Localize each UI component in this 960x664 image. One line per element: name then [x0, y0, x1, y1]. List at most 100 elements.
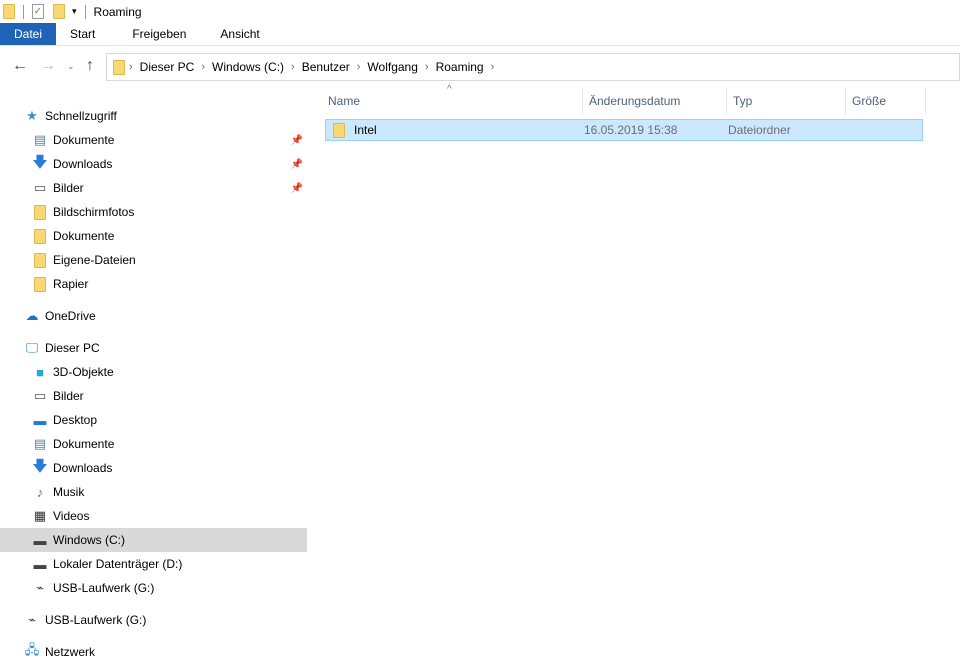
folder-icon [3, 4, 15, 19]
tab-freigeben[interactable]: Freigeben [115, 23, 203, 45]
column-header-date[interactable]: Änderungsdatum [583, 88, 727, 115]
sidebar-item-label: Rapier [53, 277, 89, 291]
sidebar-item-downloads-pc[interactable]: 🡇 Downloads [0, 456, 307, 480]
chevron-right-icon[interactable]: › [201, 61, 205, 73]
sidebar-item-label: Dokumente [53, 437, 115, 451]
sidebar-item-windows-c[interactable]: ▬ Windows (C:) [0, 528, 307, 552]
column-header-name[interactable]: Name [322, 88, 583, 115]
download-icon: 🡇 [32, 153, 48, 171]
new-folder-icon[interactable] [53, 4, 65, 19]
pictures-icon: ▭ [33, 180, 47, 195]
file-name: Intel [354, 123, 377, 137]
pin-icon[interactable]: 📌 [291, 159, 303, 170]
breadcrumb-wolfgang[interactable]: Wolfgang [367, 60, 417, 74]
navigation-pane: ★ Schnellzugriff ▤ Dokumente 📌 🡇 Downloads 📌 … [0, 104, 307, 663]
breadcrumb-dieser-pc[interactable]: Dieser PC [140, 60, 195, 74]
sidebar-item-videos[interactable]: ▦ Videos [0, 504, 307, 528]
file-list: ^ Name Änderungsdatum Typ Größe Intel 16… [322, 84, 960, 663]
recent-locations-chevron-icon[interactable]: ⌄ [67, 61, 75, 72]
sidebar-item-label: Bildschirmfotos [53, 205, 135, 219]
sidebar-item-label: Dieser PC [45, 341, 100, 355]
navigation-bar: ← → ⌄ ↑ › Dieser PC › Windows (C:) › Benut… [0, 53, 960, 81]
chevron-right-icon[interactable]: › [291, 61, 295, 73]
sidebar-item-label: Downloads [53, 461, 113, 475]
properties-icon[interactable]: ✓ [32, 4, 44, 19]
file-date: 16.05.2019 15:38 [584, 123, 678, 137]
tab-datei[interactable]: Datei [0, 23, 56, 45]
sidebar-item-3d-objekte[interactable]: ■ 3D-Objekte [0, 360, 307, 384]
computer-icon: 🖵 [25, 340, 39, 355]
sidebar-item-label: USB-Laufwerk (G:) [45, 613, 147, 627]
sidebar-item-label: Musik [53, 485, 85, 499]
sidebar-item-downloads[interactable]: 🡇 Downloads 📌 [0, 152, 307, 176]
sidebar-item-netzwerk[interactable]: 🖧 Netzwerk [0, 640, 307, 664]
file-type: Dateiordner [728, 123, 791, 137]
customize-toolbar-icon[interactable]: ▾ [72, 6, 77, 17]
chevron-right-icon[interactable]: › [491, 61, 495, 73]
breadcrumb-windows-c[interactable]: Windows (C:) [212, 60, 284, 74]
sidebar-item-label: Videos [53, 509, 90, 523]
sidebar-item-bildschirmfotos[interactable]: Bildschirmfotos [0, 200, 307, 224]
cloud-icon: ☁ [25, 308, 39, 323]
music-icon: ♪ [36, 484, 44, 500]
sidebar-item-eigene-dateien[interactable]: Eigene-Dateien [0, 248, 307, 272]
column-header-type[interactable]: Typ [727, 88, 846, 115]
sidebar-item-label: Schnellzugriff [45, 109, 117, 123]
sidebar-item-label: USB-Laufwerk (G:) [53, 581, 155, 595]
up-arrow-icon[interactable]: ↑ [86, 57, 94, 75]
sidebar-item-onedrive[interactable]: ☁ OneDrive [0, 304, 307, 328]
window-title: Roaming [93, 4, 142, 19]
sidebar-item-desktop[interactable]: ▬ Desktop [0, 408, 307, 432]
document-icon: ▤ [33, 436, 47, 451]
folder-icon [32, 204, 48, 220]
sidebar-item-label: Lokaler Datenträger (D:) [53, 557, 183, 571]
tab-start[interactable]: Start [56, 23, 115, 45]
sidebar-item-label: Dokumente [53, 229, 115, 243]
pin-icon[interactable]: 📌 [291, 183, 303, 194]
sidebar-item-label: Desktop [53, 413, 98, 427]
folder-icon [32, 228, 48, 244]
sidebar-item-dokumente-folder[interactable]: Dokumente [0, 224, 307, 248]
sidebar-item-schnellzugriff[interactable]: ★ Schnellzugriff [0, 104, 307, 128]
ribbon-tabs: Datei Start Freigeben Ansicht [0, 23, 960, 46]
sidebar-item-lokaler-datentraeger-d[interactable]: ▬ Lokaler Datenträger (D:) [0, 552, 307, 576]
divider [84, 4, 86, 19]
forward-arrow-icon[interactable]: → [40, 57, 56, 75]
usb-icon: ⌁ [36, 580, 44, 595]
address-bar[interactable]: › Dieser PC › Windows (C:) › Benutzer › Wol… [106, 53, 960, 81]
network-icon: 🖧 [24, 642, 40, 657]
sidebar-item-bilder-pc[interactable]: ▭ Bilder [0, 384, 307, 408]
breadcrumb-benutzer[interactable]: Benutzer [302, 60, 350, 74]
star-icon: ★ [26, 108, 38, 123]
sidebar-item-bilder[interactable]: ▭ Bilder 📌 [0, 176, 307, 200]
pictures-icon: ▭ [33, 388, 47, 403]
sidebar-item-label: Eigene-Dateien [53, 253, 136, 267]
file-name-cell: Intel [326, 122, 584, 138]
column-header-size[interactable]: Größe [846, 88, 926, 115]
chevron-right-icon[interactable]: › [425, 61, 429, 73]
chevron-right-icon[interactable]: › [129, 61, 133, 73]
sidebar-item-musik[interactable]: ♪ Musik [0, 480, 307, 504]
sidebar-item-label: Netzwerk [45, 645, 96, 659]
sidebar-item-label: 3D-Objekte [53, 365, 114, 379]
folder-icon [32, 276, 48, 292]
drive-icon: ▬ [33, 532, 47, 548]
sidebar-item-label: Bilder [53, 389, 84, 403]
back-arrow-icon[interactable]: ← [12, 57, 28, 75]
document-icon: ▤ [33, 132, 47, 147]
sidebar-item-dieser-pc[interactable]: 🖵 Dieser PC [0, 336, 307, 360]
sidebar-item-usb-laufwerk-g-root[interactable]: ⌁ USB-Laufwerk (G:) [0, 608, 307, 632]
folder-icon [333, 122, 345, 138]
sidebar-item-dokumente[interactable]: ▤ Dokumente 📌 [0, 128, 307, 152]
column-headers: Name Änderungsdatum Typ Größe [322, 88, 960, 115]
chevron-right-icon[interactable]: › [357, 61, 361, 73]
folder-icon [113, 59, 125, 75]
file-row-intel[interactable]: Intel 16.05.2019 15:38 Dateiordner [325, 119, 923, 141]
title-bar: ✓ ▾ Roaming [0, 0, 960, 23]
tab-ansicht[interactable]: Ansicht [203, 23, 276, 45]
breadcrumb-roaming[interactable]: Roaming [436, 60, 484, 74]
pin-icon[interactable]: 📌 [291, 135, 303, 146]
sidebar-item-usb-laufwerk-g[interactable]: ⌁ USB-Laufwerk (G:) [0, 576, 307, 600]
sidebar-item-rapier[interactable]: Rapier [0, 272, 307, 296]
sidebar-item-dokumente-pc[interactable]: ▤ Dokumente [0, 432, 307, 456]
